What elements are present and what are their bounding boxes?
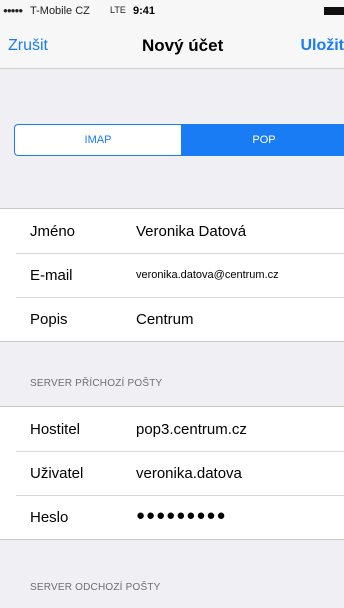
network-type: LTE [110, 5, 126, 15]
signal-strength-icon: ●●●●● [3, 6, 23, 15]
email-label: E-mail [30, 267, 73, 284]
name-field[interactable]: Veronika Datová [136, 223, 246, 240]
host-label: Hostitel [30, 421, 81, 438]
name-row[interactable]: Jméno Veronika Datová [0, 209, 344, 253]
save-button[interactable]: Uložit [300, 37, 344, 55]
segment-imap[interactable]: IMAP [15, 125, 181, 155]
password-label: Heslo [30, 509, 69, 526]
description-label: Popis [30, 311, 68, 328]
account-type-segmented-control[interactable]: IMAP POP [14, 124, 344, 156]
description-field[interactable]: Centrum [136, 311, 194, 328]
page-title: Nový účet [142, 36, 224, 55]
outgoing-server-header: SERVER ODCHOZÍ POŠTY [30, 582, 161, 593]
battery-icon [324, 7, 344, 15]
email-field[interactable]: veronika.datova@centrum.cz [136, 269, 279, 281]
incoming-server-group: Hostitel pop3.centrum.cz Uživatel veroni… [0, 406, 344, 540]
status-bar: ●●●●● T-Mobile CZ LTE 9:41 [0, 0, 344, 22]
user-field[interactable]: veronika.datova [136, 465, 242, 482]
host-row[interactable]: Hostitel pop3.centrum.cz [0, 407, 344, 451]
user-row[interactable]: Uživatel veronika.datova [0, 451, 344, 495]
user-label: Uživatel [30, 465, 84, 482]
email-row[interactable]: E-mail veronika.datova@centrum.cz [0, 253, 344, 297]
carrier-name: T-Mobile CZ [30, 5, 90, 17]
status-time: 9:41 [133, 5, 156, 17]
incoming-server-header: SERVER PŘÍCHOZÍ POŠTY [30, 378, 163, 389]
name-label: Jméno [30, 223, 76, 240]
password-row[interactable]: Heslo ●●●●●●●●● [0, 495, 344, 539]
password-field[interactable]: ●●●●●●●●● [136, 507, 227, 524]
cancel-button[interactable]: Zrušit [8, 37, 48, 55]
account-info-group: Jméno Veronika Datová E-mail veronika.da… [0, 208, 344, 342]
segment-pop[interactable]: POP [181, 125, 344, 155]
description-row[interactable]: Popis Centrum [0, 297, 344, 341]
host-field[interactable]: pop3.centrum.cz [136, 421, 247, 438]
navigation-bar: Zrušit Nový účet Uložit [0, 22, 344, 69]
